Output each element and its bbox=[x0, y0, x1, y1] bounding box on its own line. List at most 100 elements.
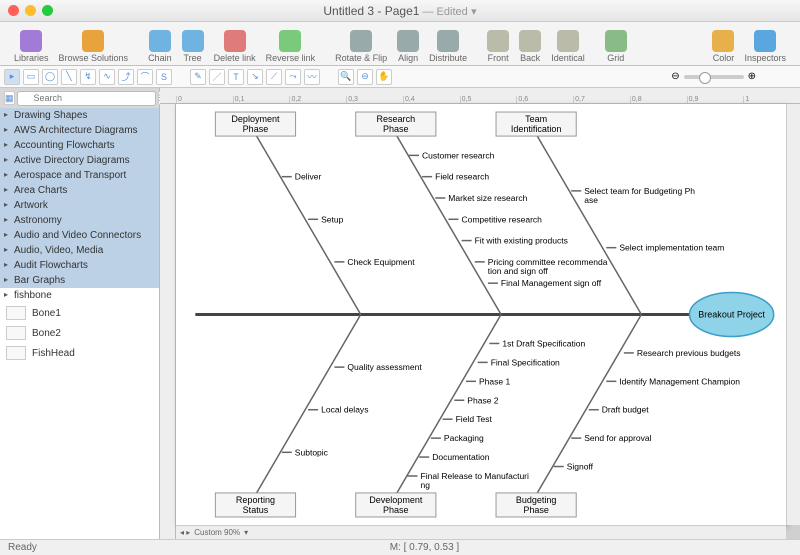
connector-tool-icon[interactable]: ↯ bbox=[80, 69, 96, 85]
pen-tool-icon[interactable]: ✎ bbox=[190, 69, 206, 85]
svg-text:Packaging: Packaging bbox=[444, 433, 484, 443]
scrollbar-horizontal[interactable]: ◂ ▸Custom 90%▾ bbox=[176, 525, 786, 539]
toolbar-delete-link[interactable]: Delete link bbox=[210, 30, 260, 63]
canvas-area: 00,10,20,30,40,50,60,70,80,91 Breakout P… bbox=[160, 88, 800, 539]
svg-text:Setup: Setup bbox=[321, 214, 344, 224]
toolbar-reverse-link[interactable]: Reverse link bbox=[262, 30, 320, 63]
svg-text:Fit with existing products: Fit with existing products bbox=[475, 236, 568, 246]
svg-text:Competitive research: Competitive research bbox=[461, 214, 542, 224]
svg-text:Select team for Budgeting Ph: Select team for Budgeting Ph bbox=[584, 186, 695, 196]
svg-text:Team: Team bbox=[525, 114, 547, 124]
svg-text:Budgeting: Budgeting bbox=[516, 495, 557, 505]
main-toolbar: LibrariesBrowse Solutions ChainTreeDelete… bbox=[0, 22, 800, 66]
status-bar: Ready M: [ 0.79, 0.53 ] bbox=[0, 539, 800, 555]
toolbar-align[interactable]: Align bbox=[393, 30, 423, 63]
lib-item[interactable]: fishbone bbox=[0, 288, 159, 303]
library-sidebar: ▦ ☰ ⌕ Drawing ShapesAWS Architecture Dia… bbox=[0, 88, 160, 539]
svg-text:Local delays: Local delays bbox=[321, 405, 368, 415]
toolbar-back[interactable]: Back bbox=[515, 30, 545, 63]
rect-tool-icon[interactable]: ▭ bbox=[23, 69, 39, 85]
svg-text:Customer research: Customer research bbox=[422, 150, 495, 160]
arrow-tool-icon[interactable]: ↘ bbox=[247, 69, 263, 85]
toolbar-color[interactable]: Color bbox=[708, 30, 738, 63]
status-coords: M: [ 0.79, 0.53 ] bbox=[390, 542, 459, 553]
svg-text:Development: Development bbox=[369, 495, 423, 505]
polyline-tool-icon[interactable]: ⟋ bbox=[266, 69, 282, 85]
window-title: Untitled 3 - Page1 — Edited ▾ bbox=[0, 4, 800, 18]
arc-tool-icon[interactable]: ⌒ bbox=[137, 69, 153, 85]
svg-text:ng: ng bbox=[421, 480, 431, 490]
svg-text:Status: Status bbox=[243, 505, 269, 515]
hand-tool-icon[interactable]: ✋ bbox=[376, 69, 392, 85]
grid-view-icon[interactable]: ▦ bbox=[4, 91, 15, 105]
svg-text:Identify Management Champion: Identify Management Champion bbox=[619, 376, 740, 386]
freehand-tool-icon[interactable]: 〰 bbox=[304, 69, 320, 85]
svg-text:Documentation: Documentation bbox=[432, 452, 490, 462]
svg-text:Final Specification: Final Specification bbox=[491, 357, 560, 367]
shape-item[interactable]: Bone1 bbox=[0, 303, 159, 323]
svg-text:Reporting: Reporting bbox=[236, 495, 275, 505]
curve-tool-icon[interactable]: ∿ bbox=[99, 69, 115, 85]
lib-item[interactable]: Active Directory Diagrams bbox=[0, 153, 159, 168]
svg-text:Final Release to Manufacturi: Final Release to Manufacturi bbox=[421, 471, 529, 481]
lib-item[interactable]: Audio, Video, Media bbox=[0, 243, 159, 258]
zoom-in-icon[interactable]: 🔍 bbox=[338, 69, 354, 85]
fishbone-diagram: Breakout Project DeploymentPhaseResearch… bbox=[176, 104, 786, 525]
library-list: Drawing ShapesAWS Architecture DiagramsA… bbox=[0, 108, 159, 303]
lib-item[interactable]: Astronomy bbox=[0, 213, 159, 228]
svg-text:Breakout Project: Breakout Project bbox=[698, 310, 765, 320]
pencil-tool-icon[interactable]: ／ bbox=[209, 69, 225, 85]
lib-item[interactable]: Drawing Shapes bbox=[0, 108, 159, 123]
svg-text:Research previous budgets: Research previous budgets bbox=[637, 348, 741, 358]
svg-text:tion and sign off: tion and sign off bbox=[488, 266, 549, 276]
shape-item[interactable]: Bone2 bbox=[0, 323, 159, 343]
svg-text:Select implementation team: Select implementation team bbox=[619, 243, 724, 253]
svg-text:Phase: Phase bbox=[243, 124, 269, 134]
search-input[interactable] bbox=[17, 91, 156, 106]
lib-item[interactable]: Area Charts bbox=[0, 183, 159, 198]
zoom-slider[interactable]: ⊖ ⊕ bbox=[671, 71, 756, 82]
toolbar-front[interactable]: Front bbox=[483, 30, 513, 63]
toolbar-identical[interactable]: Identical bbox=[547, 30, 589, 63]
svg-text:ase: ase bbox=[584, 195, 598, 205]
svg-text:Phase: Phase bbox=[383, 505, 409, 515]
lib-item[interactable]: AWS Architecture Diagrams bbox=[0, 123, 159, 138]
toolbar-rotate-flip[interactable]: Rotate & Flip bbox=[331, 30, 391, 63]
spline-tool-icon[interactable]: S bbox=[156, 69, 172, 85]
toolbar-libraries[interactable]: Libraries bbox=[10, 30, 53, 63]
svg-text:Field Test: Field Test bbox=[456, 414, 493, 424]
ellipse-tool-icon[interactable]: ◯ bbox=[42, 69, 58, 85]
line-tool-icon[interactable]: ╲ bbox=[61, 69, 77, 85]
scrollbar-vertical[interactable] bbox=[786, 104, 800, 525]
bezier-tool-icon[interactable]: ⤳ bbox=[285, 69, 301, 85]
svg-text:Send for approval: Send for approval bbox=[584, 433, 651, 443]
toolbar-browse-solutions[interactable]: Browse Solutions bbox=[55, 30, 133, 63]
toolbar-grid[interactable]: Grid bbox=[601, 30, 631, 63]
pointer-tool-icon[interactable]: ▸ bbox=[4, 69, 20, 85]
drawing-canvas[interactable]: Breakout Project DeploymentPhaseResearch… bbox=[176, 104, 786, 525]
shape-toolbar: ▸ ▭ ◯ ╲ ↯ ∿ ⤴ ⌒ S ✎ ／ T ↘ ⟋ ⤳ 〰 🔍 ⊖ ✋ ⊖ … bbox=[0, 66, 800, 88]
smart-connector-icon[interactable]: ⤴ bbox=[118, 69, 134, 85]
svg-text:Final Management sign off: Final Management sign off bbox=[501, 278, 602, 288]
toolbar-chain[interactable]: Chain bbox=[144, 30, 176, 63]
lib-item[interactable]: Bar Graphs bbox=[0, 273, 159, 288]
svg-text:Phase: Phase bbox=[383, 124, 409, 134]
ruler-horizontal: 00,10,20,30,40,50,60,70,80,91 bbox=[160, 88, 800, 104]
lib-item[interactable]: Accounting Flowcharts bbox=[0, 138, 159, 153]
svg-text:Subtopic: Subtopic bbox=[295, 447, 329, 457]
svg-text:Phase 2: Phase 2 bbox=[467, 395, 499, 405]
shape-list: Bone1Bone2FishHead bbox=[0, 303, 159, 539]
svg-text:1st Draft Specification: 1st Draft Specification bbox=[502, 338, 585, 348]
toolbar-inspectors[interactable]: Inspectors bbox=[740, 30, 790, 63]
lib-item[interactable]: Audit Flowcharts bbox=[0, 258, 159, 273]
svg-text:Check Equipment: Check Equipment bbox=[347, 257, 415, 267]
lib-item[interactable]: Artwork bbox=[0, 198, 159, 213]
lib-item[interactable]: Audio and Video Connectors bbox=[0, 228, 159, 243]
toolbar-distribute[interactable]: Distribute bbox=[425, 30, 471, 63]
toolbar-tree[interactable]: Tree bbox=[178, 30, 208, 63]
lib-item[interactable]: Aerospace and Transport bbox=[0, 168, 159, 183]
shape-item[interactable]: FishHead bbox=[0, 343, 159, 363]
svg-text:Quality assessment: Quality assessment bbox=[347, 362, 422, 372]
zoom-out-icon[interactable]: ⊖ bbox=[357, 69, 373, 85]
text-tool-icon[interactable]: T bbox=[228, 69, 244, 85]
